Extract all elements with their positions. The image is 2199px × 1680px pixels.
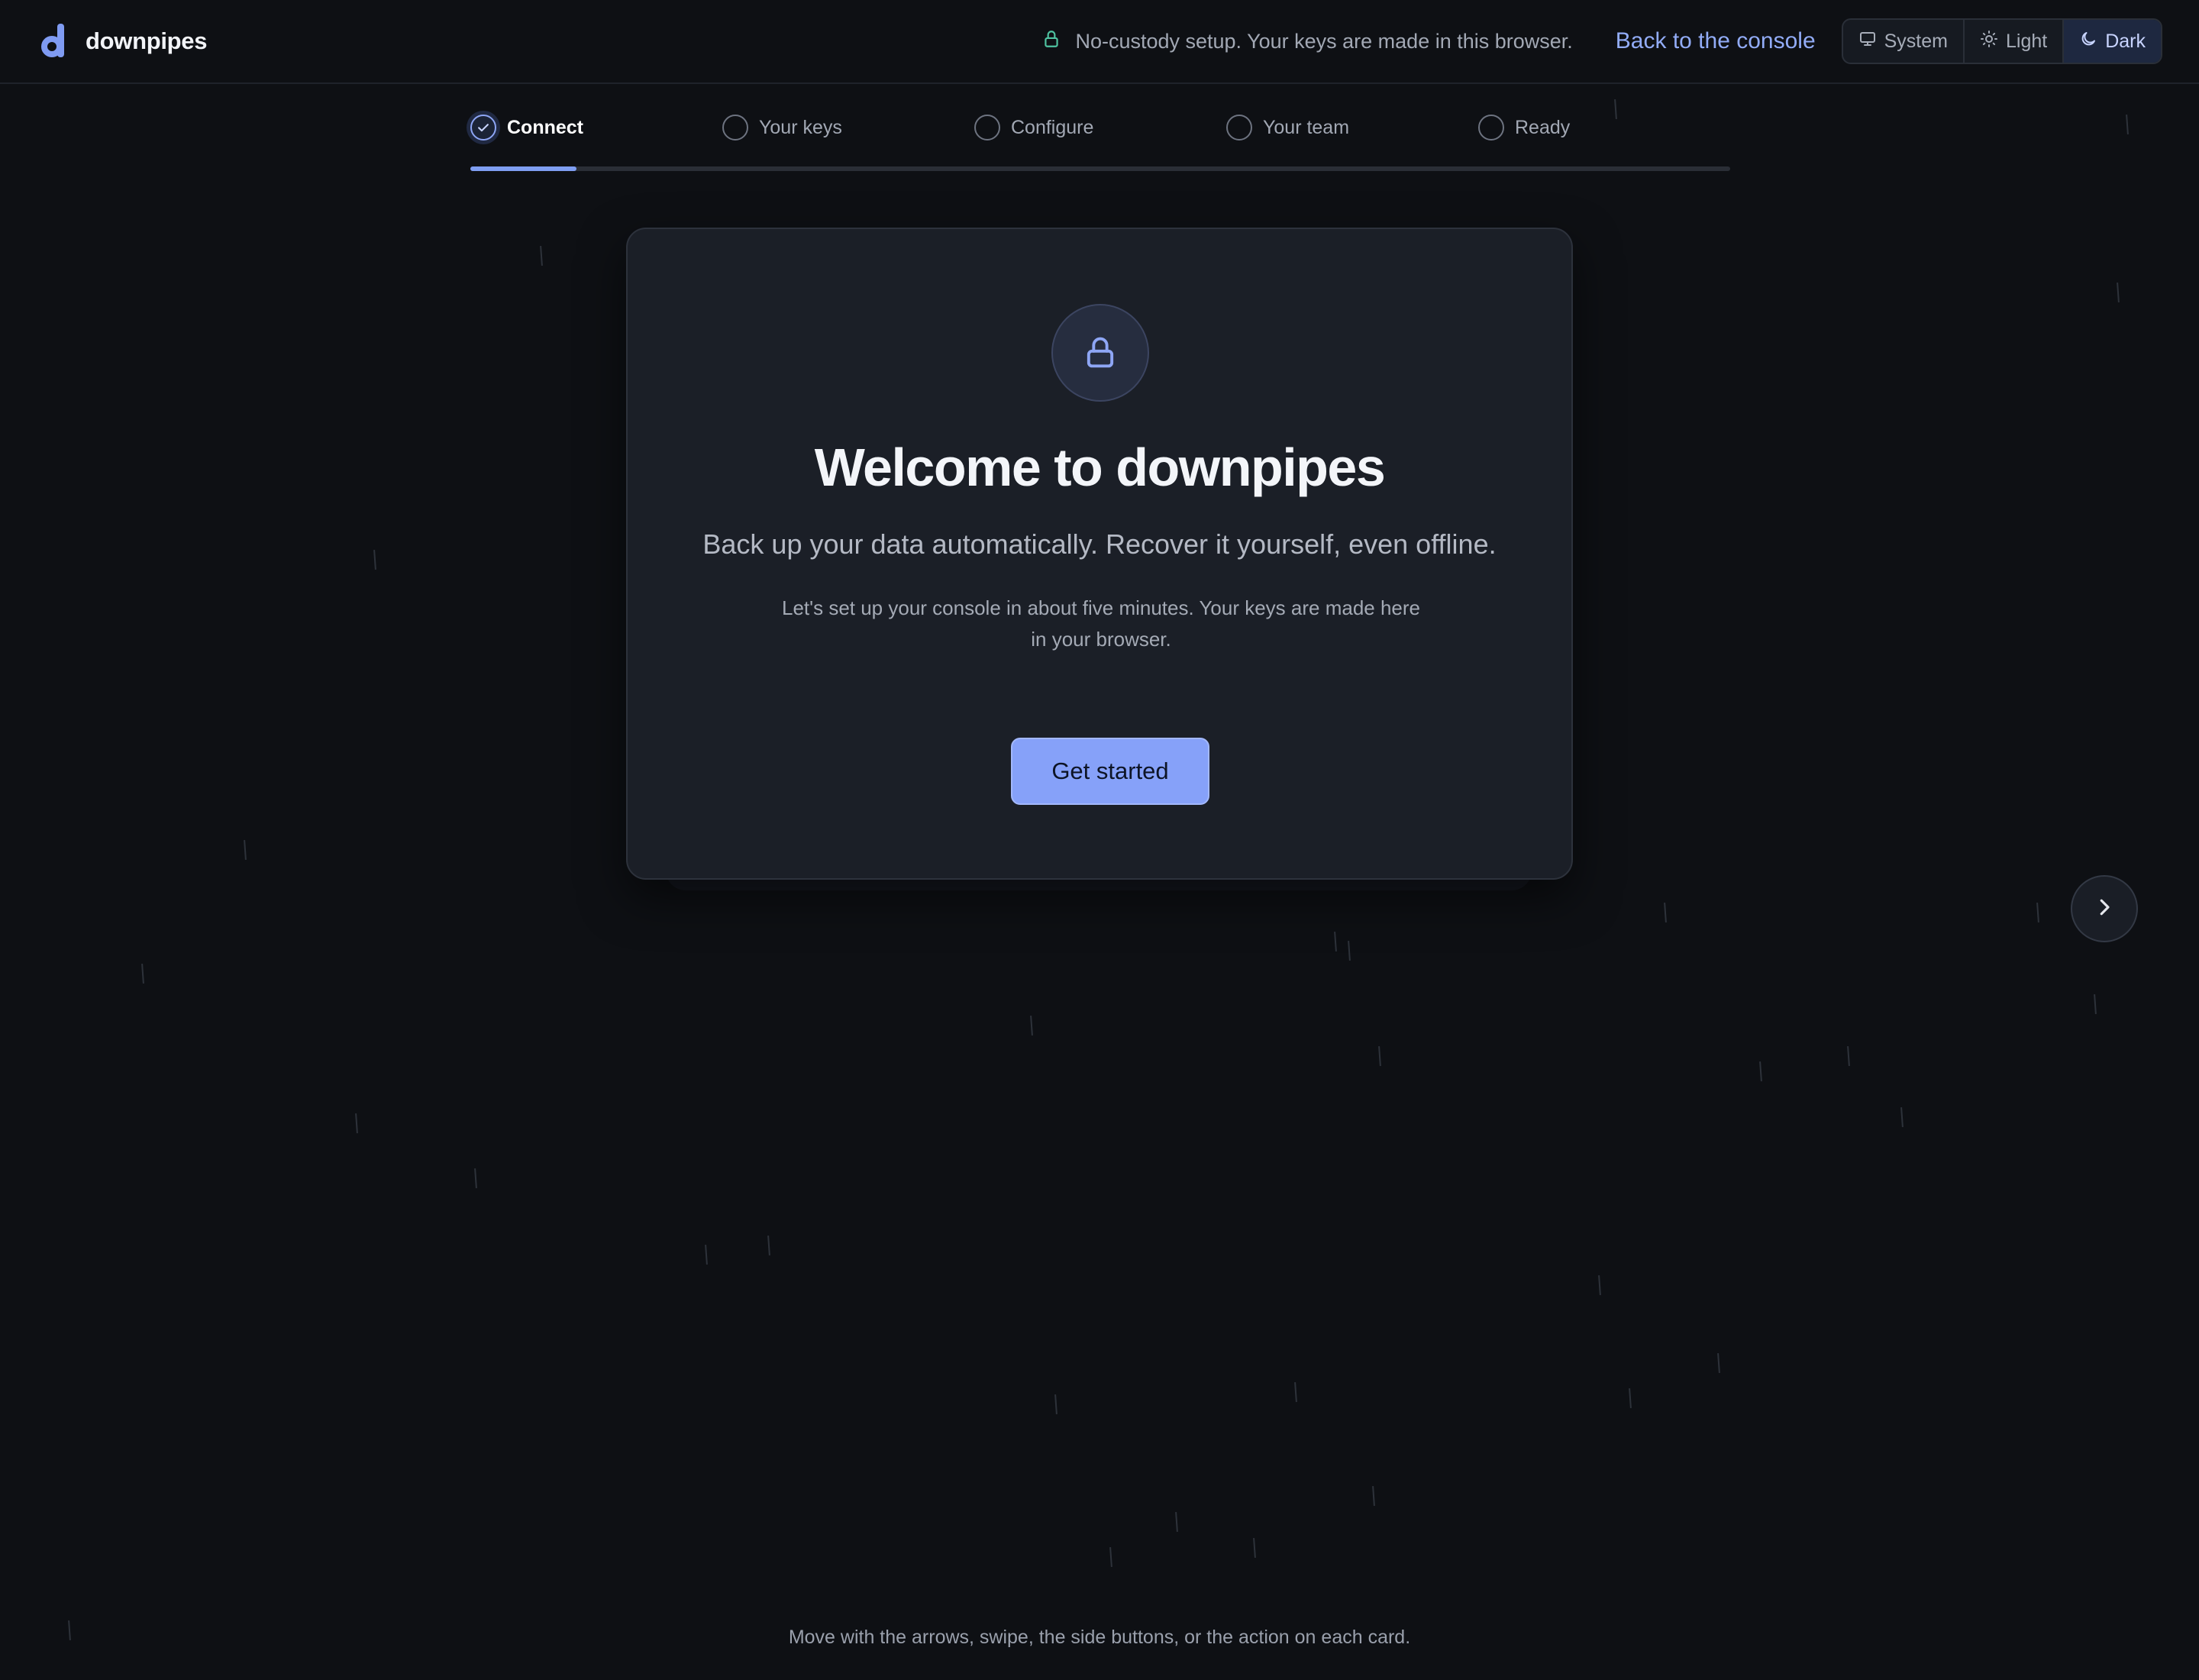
check-icon — [470, 115, 496, 141]
theme-option-system[interactable]: System — [1843, 20, 1965, 63]
rain-streak — [767, 1235, 770, 1256]
theme-option-label: Light — [2005, 30, 2048, 52]
rain-streak — [1054, 1394, 1058, 1415]
rain-streak — [1109, 1546, 1112, 1568]
chevron-right-icon — [2093, 896, 2116, 922]
card-subtitle: Back up your data automatically. Recover… — [702, 528, 1497, 560]
progress-fill — [470, 166, 576, 171]
step-circle-icon — [1478, 115, 1504, 141]
rain-streak — [2126, 114, 2129, 135]
progress-track — [470, 166, 1730, 171]
theme-option-label: Dark — [2105, 30, 2146, 52]
rain-streak — [705, 1244, 708, 1265]
step-label: Your team — [1263, 116, 1350, 138]
rain-streak — [2036, 902, 2039, 923]
rain-streak — [355, 1113, 358, 1134]
rain-streak — [373, 549, 376, 570]
rain-streak — [141, 963, 144, 984]
rain-streak — [1847, 1045, 1850, 1067]
get-started-button[interactable]: Get started — [1011, 738, 1209, 805]
rain-streak — [540, 245, 543, 267]
card-title: Welcome to downpipes — [814, 438, 1386, 497]
no-custody-notice: No-custody setup. Your keys are made in … — [1041, 29, 1573, 54]
rain-streak — [2094, 993, 2097, 1015]
rain-streak — [1372, 1485, 1375, 1507]
step-connect[interactable]: Connect — [470, 115, 722, 141]
step-circle-icon — [722, 115, 748, 141]
navigation-hint: Move with the arrows, swipe, the side bu… — [788, 1627, 1411, 1648]
brand[interactable]: downpipes — [40, 24, 207, 59]
rain-streak — [1334, 931, 1337, 952]
rain-streak — [1598, 1275, 1601, 1296]
rain-streak — [1717, 1352, 1720, 1374]
header-actions: No-custody setup. Your keys are made in … — [1041, 18, 2162, 64]
rain-streak — [1030, 1015, 1033, 1036]
step-your-team[interactable]: Your team — [1226, 115, 1478, 141]
next-card-button[interactable] — [2071, 875, 2138, 942]
notice-text: No-custody setup. Your keys are made in … — [1075, 29, 1573, 53]
step-label: Connect — [507, 116, 583, 138]
step-circle-icon — [974, 115, 1000, 141]
welcome-card: Welcome to downpipes Back up your data a… — [626, 228, 1573, 880]
rain-streak — [1294, 1381, 1297, 1403]
rain-streak — [1629, 1388, 1632, 1409]
rain-streak — [1900, 1107, 1904, 1128]
rain-streak — [474, 1168, 477, 1189]
theme-option-light[interactable]: Light — [1965, 20, 2065, 63]
theme-option-dark[interactable]: Dark — [2064, 20, 2161, 63]
step-label: Configure — [1011, 116, 1094, 138]
brand-logo-icon — [40, 24, 67, 59]
monitor-icon — [1858, 30, 1877, 53]
lock-icon — [1041, 29, 1061, 54]
lock-icon — [1051, 304, 1149, 402]
rain-streak — [244, 839, 247, 861]
rain-streak — [1253, 1537, 1256, 1559]
step-label: Ready — [1515, 116, 1571, 138]
step-label: Your keys — [759, 116, 842, 138]
rain-streak — [1664, 902, 1667, 923]
moon-icon — [2079, 30, 2097, 53]
rain-streak — [1175, 1511, 1178, 1533]
rain-streak — [1759, 1061, 1762, 1082]
brand-name: downpipes — [86, 27, 208, 54]
rain-streak — [1348, 940, 1351, 961]
top-bar: downpipes No-custody setup. Your keys ar… — [0, 0, 2199, 84]
rain-streak — [2117, 282, 2120, 303]
sun-icon — [1980, 30, 1998, 53]
theme-option-label: System — [1884, 30, 1948, 52]
rain-streak — [1378, 1045, 1381, 1067]
step-ready[interactable]: Ready — [1478, 115, 1730, 141]
step-configure[interactable]: Configure — [974, 115, 1226, 141]
setup-stepper: Connect Your keys Configure Your team Re… — [470, 115, 1730, 176]
back-to-console-link[interactable]: Back to the console — [1616, 28, 1816, 54]
step-circle-icon — [1226, 115, 1252, 141]
theme-switcher: System Light Dark — [1841, 18, 2162, 64]
card-body: Let's set up your console in about five … — [781, 596, 1420, 651]
step-your-keys[interactable]: Your keys — [722, 115, 974, 141]
